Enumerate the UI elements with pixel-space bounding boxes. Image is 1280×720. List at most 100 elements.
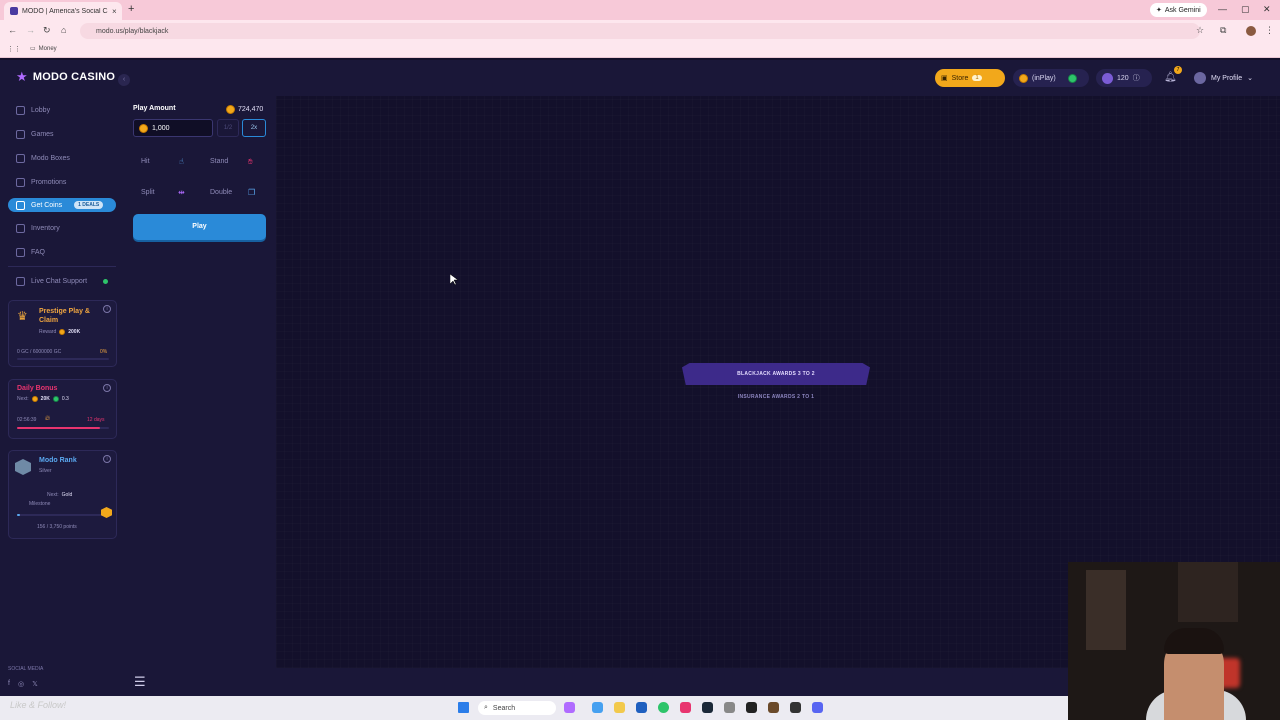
back-icon[interactable]: ← bbox=[8, 25, 17, 35]
sidebar-item-label: Promotions bbox=[31, 178, 67, 186]
balance-value: 724,470 bbox=[238, 106, 264, 113]
store-label: Store bbox=[951, 74, 969, 82]
taskbar-search[interactable]: ⌕ Search bbox=[478, 701, 556, 715]
sidebar-item-live-chat[interactable]: Live Chat Support bbox=[8, 274, 116, 288]
blackjack-payout-banner: BLACKJACK AWARDS 3 TO 2 bbox=[682, 363, 870, 385]
mouse-cursor-icon bbox=[450, 274, 458, 286]
maximize-icon[interactable]: ▢ bbox=[1241, 4, 1250, 15]
chevron-down-icon: ⌄ bbox=[1247, 75, 1253, 82]
new-tab-button[interactable]: + bbox=[128, 3, 134, 15]
split-button[interactable]: Split bbox=[141, 189, 155, 196]
bookmark-label: Money bbox=[38, 45, 57, 52]
flame-icon: 🔥︎ bbox=[45, 415, 51, 422]
address-bar[interactable]: modo.us/play/blackjack bbox=[80, 23, 1200, 39]
forward-icon[interactable]: → bbox=[26, 25, 35, 35]
sidebar-item-promotions[interactable]: Promotions bbox=[8, 175, 116, 189]
reward-value: 200K bbox=[68, 329, 81, 335]
sidebar-item-lobby[interactable]: Lobby bbox=[8, 103, 116, 117]
hamburger-menu-icon[interactable]: ☰ bbox=[134, 674, 146, 690]
ask-gemini-button[interactable]: ✦ Ask Gemini bbox=[1150, 3, 1207, 17]
ask-gemini-label: Ask Gemini bbox=[1164, 6, 1201, 14]
promotions-icon bbox=[16, 177, 25, 187]
app-icon[interactable] bbox=[564, 702, 575, 713]
favicon-icon bbox=[10, 7, 18, 15]
sidebar-item-get-coins[interactable]: Get Coins 1 DEALS bbox=[8, 198, 116, 212]
apps-icon[interactable]: ⋮⋮ bbox=[7, 45, 21, 53]
taskbar-search-label: Search bbox=[492, 704, 516, 712]
daily-progress-fill bbox=[17, 427, 100, 429]
notification-bell-icon[interactable]: 🔔︎ bbox=[1164, 72, 1177, 83]
sidebar-item-label: Get Coins bbox=[31, 201, 63, 209]
logo-text: MODO CASINO bbox=[32, 71, 116, 83]
streamer-hair bbox=[1164, 628, 1224, 654]
play-button[interactable]: Play bbox=[133, 214, 266, 240]
app-icon[interactable] bbox=[680, 702, 691, 713]
info-icon[interactable]: i bbox=[103, 384, 111, 392]
rank-value: 120 bbox=[1117, 74, 1129, 82]
sidebar-item-faq[interactable]: FAQ bbox=[8, 245, 116, 259]
lobby-icon bbox=[16, 105, 25, 115]
daily-bonus-title: Daily Bonus bbox=[17, 385, 58, 392]
profile-menu[interactable]: My Profile ⌄ bbox=[1194, 72, 1253, 84]
chrome-icon[interactable] bbox=[658, 702, 669, 713]
social-icons: f ◎ 𝕏 bbox=[8, 680, 38, 688]
sidebar-item-games[interactable]: Games bbox=[8, 127, 116, 141]
sidebar-item-modo-boxes[interactable]: Modo Boxes bbox=[8, 151, 116, 165]
collapse-sidebar-button[interactable]: ‹ bbox=[118, 74, 130, 86]
app-icon[interactable] bbox=[746, 702, 757, 713]
double-button[interactable]: Double bbox=[210, 189, 232, 196]
window-close-icon[interactable]: ✕ bbox=[1263, 4, 1271, 15]
minimize-icon[interactable]: — bbox=[1218, 4, 1227, 14]
info-icon[interactable]: i bbox=[103, 455, 111, 463]
discord-icon[interactable] bbox=[812, 702, 823, 713]
milestone-label: Milestone bbox=[29, 501, 51, 507]
store-button[interactable]: ▣ Store 1 bbox=[935, 69, 1005, 87]
play-amount-input[interactable]: 1,000 bbox=[133, 119, 213, 137]
hit-button[interactable]: Hit bbox=[141, 158, 150, 165]
app-icon[interactable] bbox=[636, 702, 647, 713]
windows-start-icon[interactable] bbox=[458, 702, 469, 713]
reload-icon[interactable]: ↻ bbox=[43, 25, 51, 36]
app-icon[interactable] bbox=[768, 702, 779, 713]
daily-bonus-card[interactable]: Daily Bonus i Next: 20K 0.3 02:56:39 🔥︎ … bbox=[8, 379, 117, 439]
rank-indicator[interactable]: 120 ⓘ bbox=[1096, 69, 1152, 87]
rank-progress-bar bbox=[17, 514, 103, 516]
currency-toggle[interactable]: (inPlay) bbox=[1013, 69, 1089, 87]
modo-rank-card[interactable]: Modo Rank i Silver Next: Gold Milestone … bbox=[8, 450, 117, 539]
app-icon[interactable] bbox=[592, 702, 603, 713]
browser-tab[interactable]: MODO | America's Social Casi... × bbox=[4, 2, 122, 20]
instagram-icon[interactable]: ◎ bbox=[18, 680, 24, 688]
bookmark-folder[interactable]: ▭ Money bbox=[30, 45, 57, 53]
bookmark-star-icon[interactable]: ☆ bbox=[1196, 25, 1204, 36]
sidebar-item-inventory[interactable]: Inventory bbox=[8, 221, 116, 235]
home-icon[interactable]: ⌂ bbox=[61, 25, 66, 35]
faq-icon bbox=[16, 247, 25, 257]
stand-button[interactable]: Stand bbox=[210, 158, 228, 165]
browser-tab-bar: MODO | America's Social Casi... × + ✦ As… bbox=[0, 0, 1280, 20]
amount-value: 1,000 bbox=[152, 124, 170, 132]
half-bet-button[interactable]: 1/2 bbox=[217, 119, 239, 137]
coin-icon bbox=[139, 123, 148, 133]
browser-profile-avatar[interactable] bbox=[1246, 26, 1256, 36]
windows-taskbar: Like & Follow! ⌕ Search bbox=[0, 696, 1068, 720]
avatar bbox=[1194, 72, 1206, 84]
modo-logo[interactable]: ★ MODO CASINO bbox=[16, 69, 115, 85]
prestige-progress-text: 0 GC / 6000000 GC bbox=[17, 349, 62, 355]
deals-badge: 1 DEALS bbox=[74, 201, 104, 209]
info-icon[interactable]: i bbox=[103, 305, 111, 313]
prestige-reward: Reward 200K bbox=[39, 329, 80, 335]
browser-menu-icon[interactable]: ⋮ bbox=[1265, 25, 1274, 36]
facebook-icon[interactable]: f bbox=[8, 680, 10, 688]
file-explorer-icon[interactable] bbox=[614, 702, 625, 713]
x-icon[interactable]: 𝕏 bbox=[32, 680, 38, 688]
app-icon[interactable] bbox=[790, 702, 801, 713]
double-bet-button[interactable]: 2x bbox=[242, 119, 266, 137]
settings-icon[interactable] bbox=[724, 702, 735, 713]
webcam-overlay bbox=[1068, 562, 1280, 720]
prestige-card[interactable]: ♛ Prestige Play & Claim i Reward 200K 0 … bbox=[8, 300, 117, 367]
extensions-icon[interactable]: ⧉ bbox=[1220, 25, 1226, 36]
bookmarks-bar: ⋮⋮ ▭ Money bbox=[0, 42, 1280, 58]
steam-icon[interactable] bbox=[702, 702, 713, 713]
hit-hand-icon: ☝ bbox=[179, 157, 184, 166]
close-tab-icon[interactable]: × bbox=[112, 7, 122, 16]
